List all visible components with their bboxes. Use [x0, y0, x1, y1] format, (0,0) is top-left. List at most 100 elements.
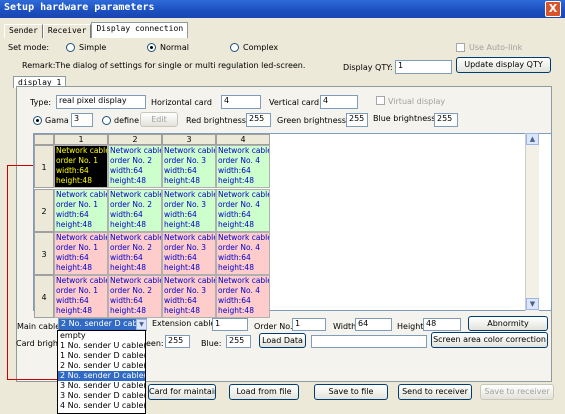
grid-cell-line: height:48: [164, 176, 200, 185]
grid-cell-line: order No. 2: [110, 286, 152, 295]
grid-cell[interactable]: Network cable order No. 4 width:64 height:4…: [216, 232, 270, 275]
grid-cell-line: width:64: [164, 296, 197, 305]
scroll-down-icon[interactable]: ▼: [526, 298, 539, 310]
grid-cell-line: Network cable: [56, 233, 108, 242]
grid-cell[interactable]: Network cable order No. 1 width:64 height:4…: [54, 275, 108, 318]
tab-receiver[interactable]: Receiver: [42, 24, 92, 38]
dropdown-item[interactable]: 1 No. sender D cable(1): [58, 351, 145, 361]
grid-cell-line: Network cable: [56, 190, 108, 199]
grid-cell-line: height:48: [164, 220, 200, 229]
extension-cable-label: Extension cable: [152, 319, 216, 328]
width-input[interactable]: 64: [355, 318, 392, 331]
dropdown-item[interactable]: 2 No. sender U cable(2): [58, 361, 145, 371]
edit-button[interactable]: Edit: [140, 112, 178, 127]
blue-brightness-input[interactable]: 255: [434, 113, 458, 127]
grid-cell[interactable]: Network cable order No. 4 width:64 height:4…: [216, 145, 270, 188]
complex-radio[interactable]: [230, 43, 239, 52]
vertical-card-input[interactable]: 4: [320, 95, 358, 109]
save-to-receiver-button[interactable]: Save to receiver: [480, 384, 554, 400]
normal-radio[interactable]: [147, 43, 156, 52]
display-qty-input[interactable]: 1: [395, 60, 452, 74]
card-blue-label: Blue:: [201, 339, 222, 348]
dropdown-arrow-icon[interactable]: ▼: [136, 319, 147, 330]
tab-sender[interactable]: Sender: [4, 24, 43, 38]
dropdown-item[interactable]: empty: [58, 331, 145, 341]
grid-scrollbar[interactable]: ▲ ▼: [525, 133, 539, 311]
grid-cell[interactable]: Network cable order No. 1 width:64 height:4…: [54, 145, 108, 188]
grid-cell-line: width:64: [56, 210, 89, 219]
define-radio[interactable]: [102, 116, 111, 125]
extension-cable-input[interactable]: 1: [212, 318, 248, 331]
grid-cell-line: height:48: [218, 220, 254, 229]
grid-cell-line: width:64: [110, 296, 143, 305]
connection-line: [7, 165, 8, 380]
grid-cell-line: width:64: [110, 253, 143, 262]
simple-radio[interactable]: [66, 43, 75, 52]
dropdown-item[interactable]: 3 No. sender D cable(3): [58, 391, 145, 401]
grid-row-header: 2: [34, 189, 54, 232]
update-display-qty-button[interactable]: Update display QTY: [456, 57, 551, 73]
grid-cell-line: Network cable: [110, 276, 162, 285]
load-data-button[interactable]: Load Data: [259, 333, 306, 348]
connection-line-bottom: [7, 379, 59, 380]
grid-cell[interactable]: Network cable order No. 2 width:64 height:4…: [108, 275, 162, 318]
grid-col-header: 4: [216, 134, 270, 145]
dropdown-item[interactable]: 4 No. sender U cable(4): [58, 401, 145, 411]
grid-cell[interactable]: Network cable order No. 4 width:64 height:4…: [216, 275, 270, 318]
scroll-up-icon[interactable]: ▲: [526, 133, 539, 145]
virtual-display-checkbox[interactable]: [376, 96, 385, 105]
grid-cell-line: Network cable: [56, 276, 108, 285]
grid-cell[interactable]: Network cable order No. 3 width:64 height:4…: [162, 275, 216, 318]
close-button[interactable]: X: [545, 1, 561, 17]
height-input[interactable]: 48: [423, 318, 461, 331]
grid-cell-line: height:48: [110, 220, 146, 229]
dropdown-item[interactable]: 3 No. sender U cable(3): [58, 381, 145, 391]
tab-display-connection[interactable]: Display connection: [91, 22, 189, 38]
order-no-input[interactable]: 1: [292, 318, 326, 331]
grid-cell[interactable]: Network cable order No. 2 width:64 height:4…: [108, 232, 162, 275]
grid-cell[interactable]: Network cable order No. 3 width:64 height:4…: [162, 232, 216, 275]
green-brightness-label: Green brightness: [277, 116, 346, 125]
horizontal-card-input[interactable]: 4: [221, 95, 261, 109]
dropdown-item[interactable]: 2 No. sender D cable(2): [58, 371, 145, 381]
type-select[interactable]: real pixel display: [56, 95, 146, 109]
grid-cell[interactable]: Network cable order No. 1 width:64 height:4…: [54, 189, 108, 232]
abnormity-button[interactable]: Abnormity: [468, 316, 548, 331]
grid-cell-line: height:48: [218, 176, 254, 185]
grid-col-header: 1: [54, 134, 108, 145]
window-title: Setup hardware parameters: [4, 2, 155, 13]
horizontal-card-label: Horizontal card: [151, 98, 212, 107]
grid-cell[interactable]: Network cable order No. 4 width:64 height:4…: [216, 189, 270, 232]
green-brightness-input[interactable]: 255: [346, 113, 368, 127]
load-from-file-button[interactable]: Load from file: [229, 384, 299, 400]
grid-cell-line: Network cable: [218, 190, 270, 199]
grid-cell-line: height:48: [110, 176, 146, 185]
red-brightness-input[interactable]: 255: [246, 113, 271, 127]
gama-input[interactable]: 3: [71, 113, 93, 127]
screen-area-color-correction-button[interactable]: Screen area color correction: [431, 332, 548, 348]
grid-cell[interactable]: Network cable order No. 3 width:64 height:4…: [162, 189, 216, 232]
grid-row-header: 3: [34, 232, 54, 275]
card-blue-input[interactable]: 255: [226, 335, 251, 348]
grid-cell[interactable]: Network cable order No. 2 width:64 height:4…: [108, 189, 162, 232]
load-data-path-input[interactable]: [311, 335, 427, 348]
grid-cell-line: Network cable: [110, 146, 162, 155]
complex-label: Complex: [243, 43, 279, 52]
save-to-file-button[interactable]: Save to file: [314, 384, 388, 400]
grid-cell[interactable]: Network cable order No. 2 width:64 height:4…: [108, 145, 162, 188]
card-green-input[interactable]: 255: [165, 335, 190, 348]
dropdown-item[interactable]: 1 No. sender U cable(1): [58, 341, 145, 351]
use-autolink-checkbox[interactable]: [456, 43, 465, 52]
send-to-receiver-button[interactable]: Send to receiver: [398, 384, 472, 400]
grid-cell[interactable]: Network cable order No. 3 width:64 height:4…: [162, 145, 216, 188]
grid-cell-line: width:64: [164, 166, 197, 175]
grid-cell[interactable]: Network cable order No. 1 width:64 height:4…: [54, 232, 108, 275]
gama-radio[interactable]: [33, 116, 42, 125]
grid-cell-line: width:64: [218, 210, 251, 219]
grid-cell-line: order No. 1: [56, 200, 98, 209]
grid-cell-line: height:48: [56, 263, 92, 272]
blue-brightness-label: Blue brightness: [373, 114, 436, 123]
grid-col-header: 3: [162, 134, 216, 145]
grid-cell-line: order No. 3: [164, 243, 206, 252]
card-for-maintain-button[interactable]: Card for maintain: [148, 384, 216, 400]
